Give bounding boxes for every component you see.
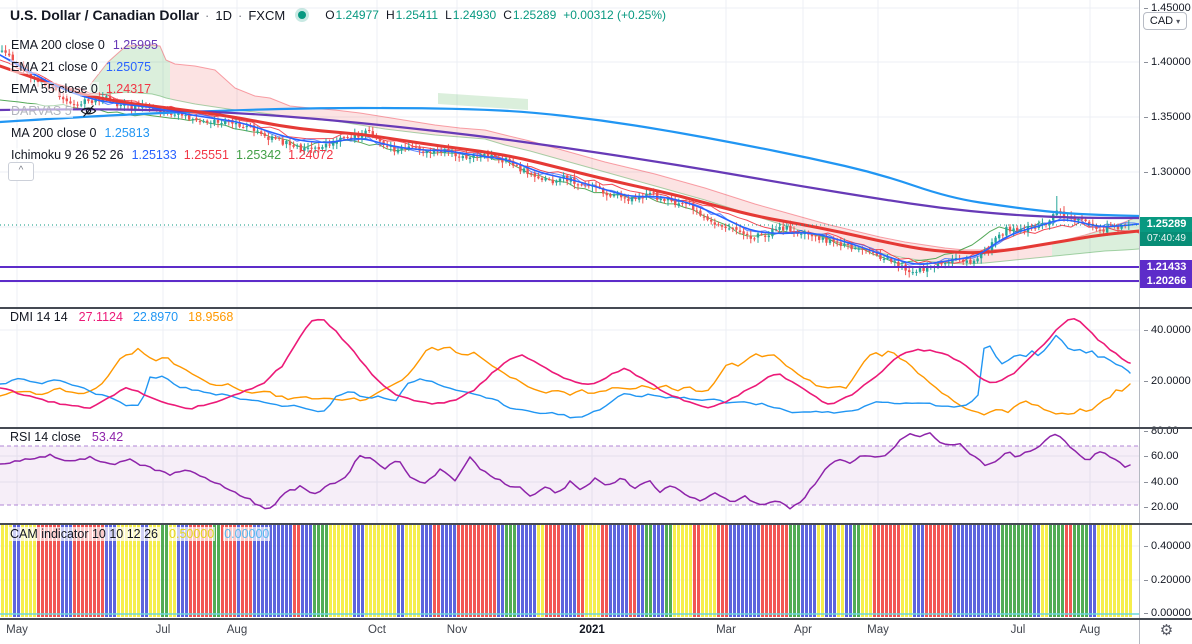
legend-row-ema-200-close-0[interactable]: EMA 200 close 0 1.25995	[10, 34, 333, 56]
legend-row-value: 1.25133	[131, 148, 177, 162]
price-axis-label: 20.0000	[1144, 375, 1191, 387]
cam-value: 0.00000	[223, 527, 271, 541]
legend-row-label: EMA 21 close 0	[10, 60, 99, 74]
time-axis-label: Nov	[446, 624, 468, 636]
time-axis-label: Oct	[368, 624, 386, 636]
legend-row-ema-55-close-0[interactable]: EMA 55 close 0 1.24317	[10, 78, 333, 100]
exchange-label: FXCM	[248, 7, 286, 23]
price-axis-label: 1.30000	[1144, 166, 1191, 178]
legend-row-value: 1.25075	[105, 60, 152, 74]
legend-row-value: 1.25995	[112, 38, 158, 52]
dmi-value: 22.8970	[131, 310, 180, 324]
currency-label: CAD	[1149, 15, 1174, 27]
dmi-legend[interactable]: DMI 14 14 27.1124 22.8970 18.9568	[8, 310, 235, 324]
gear-icon[interactable]: ⚙	[1140, 621, 1192, 639]
interval-label[interactable]: 1D	[215, 8, 232, 23]
legend-row-ichimoku-9-26-52-26[interactable]: Ichimoku 9 26 52 26 1.25133 1.25551 1.25342…	[10, 144, 333, 166]
legend-collapse-button[interactable]: ^	[8, 162, 34, 181]
symbol-title[interactable]: U.S. Dollar / Canadian Dollar	[10, 7, 199, 23]
time-axis-label: Apr	[794, 624, 812, 636]
ohlc-item-label: H	[385, 8, 395, 22]
bar-countdown: 07:40:49	[1140, 232, 1192, 246]
separator: ·	[205, 7, 210, 23]
legend-row-label: MA 200 close 0	[10, 126, 98, 140]
legend-row-label: EMA 55 close 0	[10, 82, 99, 96]
legend-row-value: 1.24317	[105, 82, 152, 96]
time-axis-label: Mar	[716, 624, 736, 636]
ohlc-item-label: L	[445, 8, 452, 22]
currency-toggle-button[interactable]: CAD ▾	[1143, 12, 1187, 30]
price-axis-label: 40.0000	[1144, 324, 1191, 336]
panel-separator[interactable]	[0, 618, 1192, 620]
market-status-icon[interactable]	[298, 11, 307, 19]
time-axis[interactable]: May Jul Aug Oct Nov 2021 Mar Apr May Jul Aug	[0, 619, 1139, 644]
ohlc-item: C1.25289	[503, 8, 556, 22]
ohlc-item: H1.25411	[386, 8, 438, 22]
panel-separator[interactable]	[0, 307, 1192, 309]
level-badge: 1.20266	[1140, 274, 1192, 288]
ohlc-item-value: 1.24930	[452, 8, 497, 22]
ohlc-item-value: 1.25289	[512, 8, 557, 22]
cam-values: 0.50000 0.00000	[168, 527, 271, 541]
legend-row-value: 1.24072	[288, 148, 334, 162]
legend-row-value: 1.25342	[235, 148, 282, 162]
change-value: +0.00312 (+0.25%)	[563, 8, 666, 22]
legend-row-ema-21-close-0[interactable]: EMA 21 close 0 1.25075	[10, 56, 333, 78]
price-axis-label: 40.00	[1144, 476, 1179, 488]
time-axis-label: Aug	[1079, 624, 1101, 636]
level-badge: 1.21433	[1140, 260, 1192, 274]
tradingview-chart-window: U.S. Dollar / Canadian Dollar · 1D · FXC…	[0, 0, 1192, 644]
current-price-badge: 1.25289 07:40:49	[1140, 217, 1192, 246]
ohlc-item-value: 1.24977	[335, 8, 379, 22]
legend-row-darvas-5[interactable]: DARVAS 5	[10, 100, 333, 122]
rsi-legend[interactable]: RSI 14 close 53.42	[8, 430, 125, 444]
dmi-value: 27.1124	[77, 310, 124, 324]
time-axis-label: 2021	[579, 624, 605, 636]
panel-separator[interactable]	[0, 523, 1192, 525]
time-axis-label: May	[867, 624, 889, 636]
price-axis[interactable]: CAD ▾ 1.45000 1.40000 1.35000 1.30000 40.000…	[1139, 0, 1192, 644]
symbol-header[interactable]: U.S. Dollar / Canadian Dollar · 1D · FXC…	[10, 7, 666, 23]
ohlc-values: O1.24977 H1.25411 L1.24930 C1.25289	[325, 8, 556, 22]
time-axis-label: Jul	[155, 624, 171, 636]
price-axis-label: 1.45000	[1144, 2, 1191, 14]
price-axis-label: 1.35000	[1144, 111, 1191, 123]
cam-label: CAM indicator 10 10 12 26	[8, 527, 161, 541]
rsi-value: 53.42	[90, 430, 125, 444]
price-axis-label: 60.00	[1144, 450, 1179, 462]
current-price-value: 1.25289	[1140, 217, 1192, 232]
eye-off-icon[interactable]	[80, 104, 97, 118]
cam-legend[interactable]: CAM indicator 10 10 12 26 0.50000 0.00000	[8, 527, 271, 541]
price-axis-label: 1.40000	[1144, 56, 1191, 68]
legend-row-value: 1.25813	[104, 126, 150, 140]
ohlc-item-label: C	[503, 8, 512, 22]
dmi-value: 18.9568	[187, 310, 235, 324]
ohlc-item: L1.24930	[445, 8, 496, 22]
separator: ·	[238, 7, 243, 23]
ohlc-item-label: O	[325, 8, 335, 22]
price-axis-label: 0.20000	[1144, 574, 1191, 586]
legend-row-label: Ichimoku 9 26 52 26	[10, 148, 125, 162]
chevron-down-icon: ▾	[1176, 16, 1181, 26]
legend-row-value: 1.25551	[183, 148, 229, 162]
legend-row-label: DARVAS 5	[10, 104, 73, 118]
legend-row-label: EMA 200 close 0	[10, 38, 106, 52]
price-axis-label: 20.00	[1144, 501, 1179, 513]
time-axis-label: May	[6, 624, 28, 636]
rsi-label: RSI 14 close	[8, 430, 83, 444]
panel-separator[interactable]	[0, 427, 1192, 429]
indicator-legend: EMA 200 close 0 1.25995 EMA 21 close 0 1.25…	[10, 34, 333, 166]
price-axis-label: 0.40000	[1144, 540, 1191, 552]
legend-row-ma-200-close-0[interactable]: MA 200 close 0 1.25813	[10, 122, 333, 144]
dmi-label: DMI 14 14	[8, 310, 70, 324]
cam-value: 0.50000	[168, 527, 216, 541]
dmi-values: 27.1124 22.8970 18.9568	[77, 310, 235, 324]
time-axis-label: Jul	[1010, 624, 1026, 636]
ohlc-item: O1.24977	[325, 8, 379, 22]
ohlc-item-value: 1.25411	[395, 8, 439, 22]
time-axis-label: Aug	[226, 624, 248, 636]
